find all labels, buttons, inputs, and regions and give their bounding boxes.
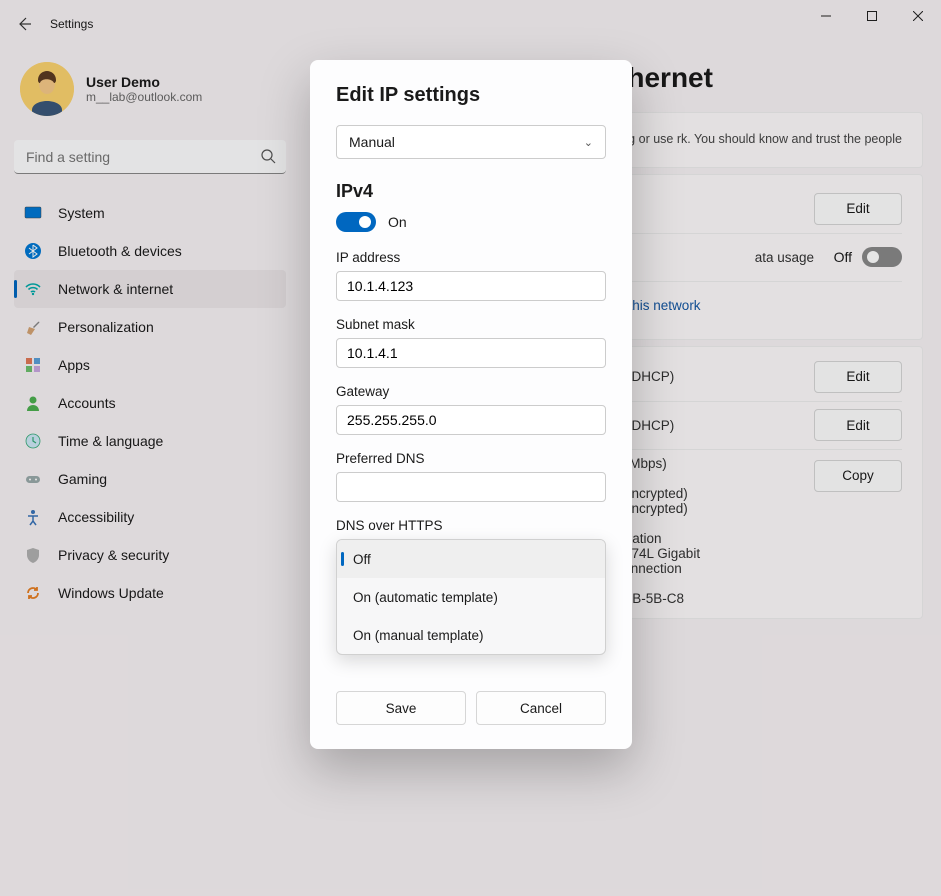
doh-option-auto[interactable]: On (automatic template) xyxy=(337,578,605,616)
gateway-input[interactable] xyxy=(336,405,606,435)
ip-address-label: IP address xyxy=(336,250,606,265)
doh-option-off[interactable]: Off xyxy=(337,540,605,578)
cancel-button[interactable]: Cancel xyxy=(476,691,606,725)
dns-over-https-label: DNS over HTTPS xyxy=(336,518,606,533)
dns-over-https-dropdown: Off On (automatic template) On (manual t… xyxy=(336,539,606,655)
doh-option-manual[interactable]: On (manual template) xyxy=(337,616,605,654)
ipv4-state-label: On xyxy=(388,214,407,230)
gateway-label: Gateway xyxy=(336,384,606,399)
preferred-dns-label: Preferred DNS xyxy=(336,451,606,466)
subnet-mask-input[interactable] xyxy=(336,338,606,368)
save-button[interactable]: Save xyxy=(336,691,466,725)
chevron-down-icon: ⌄ xyxy=(584,136,593,149)
dialog-title: Edit IP settings xyxy=(336,84,606,107)
ip-mode-select[interactable]: Manual ⌄ xyxy=(336,125,606,159)
ipv4-toggle[interactable] xyxy=(336,212,376,232)
edit-ip-dialog: Edit IP settings Manual ⌄ IPv4 On IP add… xyxy=(310,60,632,749)
preferred-dns-input[interactable] xyxy=(336,472,606,502)
subnet-mask-label: Subnet mask xyxy=(336,317,606,332)
ip-address-input[interactable] xyxy=(336,271,606,301)
ipv4-heading: IPv4 xyxy=(336,181,606,202)
ip-mode-value: Manual xyxy=(349,134,395,150)
